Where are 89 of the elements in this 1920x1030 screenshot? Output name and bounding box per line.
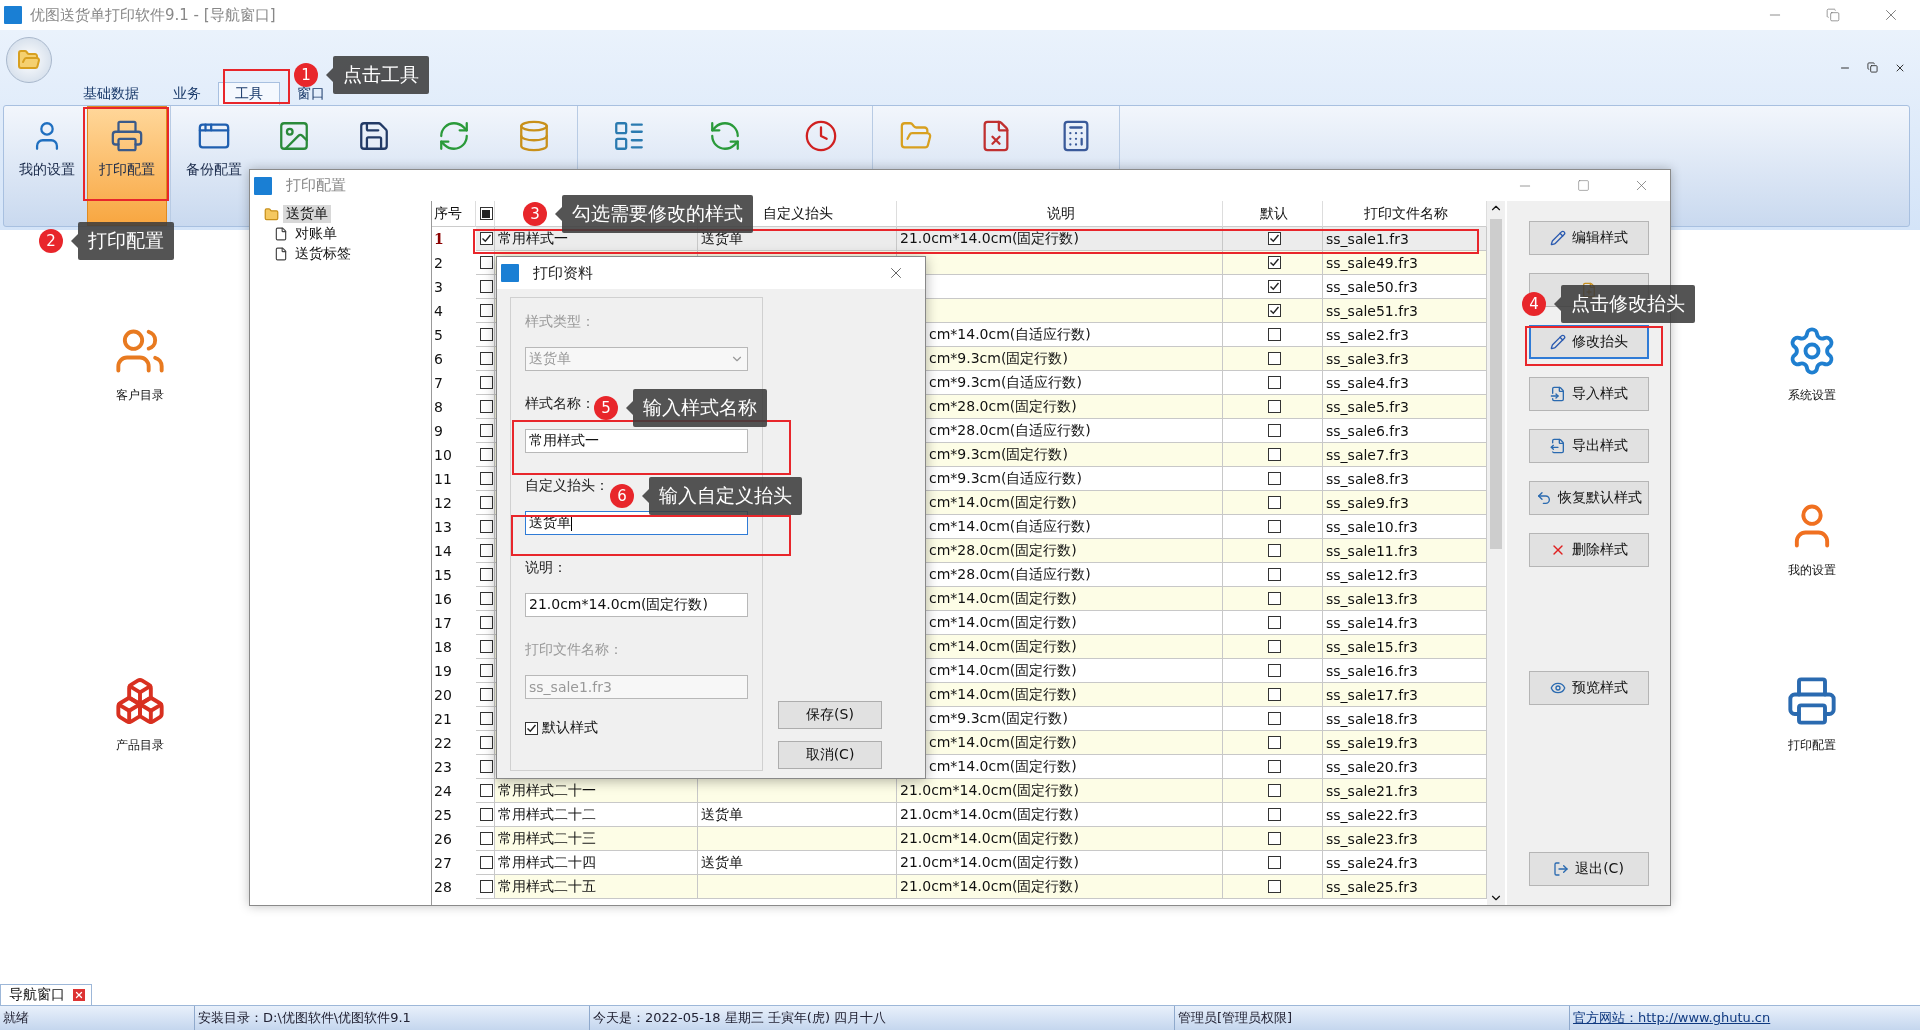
table-cell: 常用样式二十一: [495, 779, 698, 803]
table-cell: 送货单: [698, 803, 897, 827]
row-number: 18: [433, 638, 453, 657]
row-number: 15: [433, 566, 453, 585]
table-cell: 常用样式二十三: [495, 827, 698, 851]
row-number: 1: [433, 230, 445, 249]
step-number: 2: [39, 229, 63, 253]
field-label: 说明：: [525, 559, 567, 577]
table-cell: ss_sale51.fr3: [1323, 299, 1487, 323]
row-number: 4: [433, 302, 444, 321]
table-cell: ss_sale23.fr3: [1323, 827, 1487, 851]
row-number: 22: [433, 734, 453, 753]
table-cell: ss_sale7.fr3: [1323, 443, 1487, 467]
table-cell: ss_sale9.fr3: [1323, 491, 1487, 515]
callout-tooltip: 勾选需要修改的样式: [562, 195, 753, 233]
table-cell: ss_sale16.fr3: [1323, 659, 1487, 683]
table-cell: ss_sale4.fr3: [1323, 371, 1487, 395]
table-cell: 21.0cm*14.0cm(固定行数): [897, 875, 1223, 899]
row-number: 7: [433, 374, 444, 393]
row-number: 8: [433, 398, 444, 417]
table-cell: ss_sale11.fr3: [1323, 539, 1487, 563]
callout-tooltip: 点击工具: [333, 56, 429, 94]
row-number: 11: [433, 470, 453, 489]
status-text: 安装目录：D:\优图软件\优图软件9.1: [195, 1006, 590, 1030]
table-cell: ss_sale20.fr3: [1323, 755, 1487, 779]
table-cell: ss_sale22.fr3: [1323, 803, 1487, 827]
callout-tooltip: 打印配置: [78, 222, 174, 260]
field-label: 打印文件名称：: [525, 641, 623, 659]
table-cell: 21.0cm*14.0cm(固定行数): [897, 851, 1223, 875]
row-number: 13: [433, 518, 453, 537]
row-number: 14: [433, 542, 453, 561]
field-label: 自定义抬头：: [525, 477, 609, 495]
table-cell: 送货单: [698, 851, 897, 875]
status-text: 今天是：2022-05-18 星期三 壬寅年(虎) 四月十八: [590, 1006, 1175, 1030]
column-header: 序号: [432, 201, 476, 227]
row-number: 17: [433, 614, 453, 633]
row-number: 19: [433, 662, 453, 681]
table-cell: ss_sale50.fr3: [1323, 275, 1487, 299]
table-cell: ss_sale12.fr3: [1323, 563, 1487, 587]
table-cell: ss_sale49.fr3: [1323, 251, 1487, 275]
field-label: 样式名称：: [525, 395, 595, 413]
callout-tooltip: 输入样式名称: [633, 389, 767, 427]
table-cell: ss_sale24.fr3: [1323, 851, 1487, 875]
row-number: 23: [433, 758, 453, 777]
row-number: 26: [433, 830, 453, 849]
row-number: 2: [433, 254, 444, 273]
row-number: 3: [433, 278, 444, 297]
dialog-title: 打印资料: [533, 263, 594, 283]
field-label: 样式类型：: [525, 313, 595, 331]
table-cell: ss_sale15.fr3: [1323, 635, 1487, 659]
table-cell: 21.0cm*14.0cm(固定行数): [897, 827, 1223, 851]
window-title: 优图送货单打印软件9.1 - [导航窗口]: [30, 5, 277, 25]
table-cell: ss_sale25.fr3: [1323, 875, 1487, 899]
table-cell: ss_sale19.fr3: [1323, 731, 1487, 755]
table-cell: ss_sale14.fr3: [1323, 611, 1487, 635]
table-cell: 21.0cm*14.0cm(固定行数): [897, 779, 1223, 803]
row-number: 10: [433, 446, 453, 465]
status-text: 管理员[管理员权限]: [1175, 1006, 1570, 1030]
row-number: 5: [433, 326, 444, 345]
table-cell: ss_sale10.fr3: [1323, 515, 1487, 539]
table-cell: 常用样式二十四: [495, 851, 698, 875]
table-cell: ss_sale18.fr3: [1323, 707, 1487, 731]
window-title: 打印配置: [286, 176, 347, 195]
row-number: 27: [433, 854, 453, 873]
table-cell: ss_sale3.fr3: [1323, 347, 1487, 371]
table-cell: 常用样式二十五: [495, 875, 698, 899]
callout-tooltip: 输入自定义抬头: [649, 477, 802, 515]
table-cell: ss_sale1.fr3: [1323, 227, 1487, 251]
table-cell: ss_sale13.fr3: [1323, 587, 1487, 611]
row-number: 21: [433, 710, 453, 729]
row-number: 24: [433, 782, 453, 801]
row-number: 16: [433, 590, 453, 609]
table-cell: 21.0cm*14.0cm(固定行数): [897, 803, 1223, 827]
checkbox-label: 默认样式: [542, 719, 598, 737]
row-number: 9: [433, 422, 444, 441]
row-number: 6: [433, 350, 444, 369]
table-cell: ss_sale8.fr3: [1323, 467, 1487, 491]
table-cell: ss_sale17.fr3: [1323, 683, 1487, 707]
row-number: 20: [433, 686, 453, 705]
table-cell: ss_sale5.fr3: [1323, 395, 1487, 419]
row-number: 28: [433, 878, 453, 897]
status-text: 就绪: [0, 1006, 195, 1030]
table-cell: ss_sale2.fr3: [1323, 323, 1487, 347]
row-number: 12: [433, 494, 453, 513]
callout-tooltip: 点击修改抬头: [1561, 285, 1695, 323]
table-cell: ss_sale6.fr3: [1323, 419, 1487, 443]
table-cell: ss_sale21.fr3: [1323, 779, 1487, 803]
table-cell: 常用样式二十二: [495, 803, 698, 827]
row-number: 25: [433, 806, 453, 825]
